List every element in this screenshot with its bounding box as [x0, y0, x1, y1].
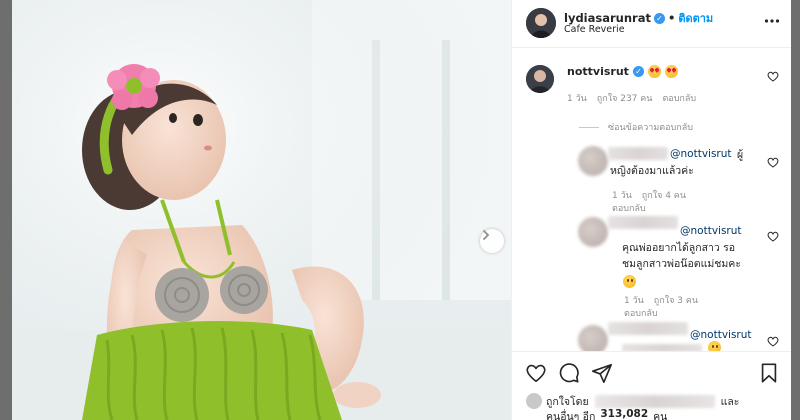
- reply-like-icon[interactable]: [767, 157, 779, 168]
- reply-avatar-blurred[interactable]: [578, 146, 608, 176]
- owner-username[interactable]: lydiasarunrat: [564, 11, 651, 25]
- heart-eyes-emoji: [647, 65, 661, 78]
- comment-reply-button[interactable]: ตอบกลับ: [662, 91, 696, 105]
- baby-photo-illustration: [12, 0, 511, 420]
- post-modal: lydiasarunrat ✓ • ติดตาม Cafe Reverie no…: [12, 0, 791, 420]
- reply-username-blurred[interactable]: [608, 147, 668, 160]
- grinning-emoji: [623, 275, 636, 288]
- comments-list[interactable]: nottvisrut ✓ 1 วัน ถูกใจ 237 คน ตอบกลับ …: [512, 49, 791, 351]
- reply-avatar-blurred[interactable]: [578, 217, 608, 247]
- separator-dot: •: [667, 11, 676, 25]
- reply-time[interactable]: 1 วัน: [624, 295, 644, 308]
- reply-text-line2: ชมลูกสาวพ่อน๊อตแม่ชมคะ: [622, 258, 741, 270]
- reply-likes[interactable]: ถูกใจ 4 คน: [642, 190, 686, 203]
- reply-meta: 1 วัน ถูกใจ 3 คน ตอบกลับ: [624, 295, 698, 321]
- liker-username-blurred[interactable]: [594, 395, 715, 408]
- commenter-avatar-image: [526, 65, 554, 93]
- comment-like-icon[interactable]: [767, 71, 779, 82]
- post-location[interactable]: Cafe Reverie: [564, 24, 625, 35]
- post-photo[interactable]: [12, 0, 511, 420]
- owner-avatar-image: [526, 8, 556, 38]
- reply-reply-button[interactable]: ตอบกลับ: [624, 308, 658, 321]
- bookmark-icon[interactable]: [758, 362, 780, 384]
- verified-badge-icon: ✓: [632, 66, 644, 77]
- heart-icon[interactable]: [525, 362, 547, 384]
- post-action-bar: ถูกใจโดย และ คนอื่นๆ อีก 313,082 คน: [512, 351, 791, 420]
- follow-button[interactable]: ติดตาม: [678, 9, 713, 27]
- grinning-emoji: [708, 341, 721, 351]
- more-options-icon[interactable]: [764, 14, 780, 28]
- comment-username[interactable]: nottvisrut: [567, 65, 629, 78]
- reply-likes[interactable]: ถูกใจ 3 คน: [654, 295, 698, 308]
- reply-mention[interactable]: @nottvisrut: [680, 225, 742, 237]
- reply-mention[interactable]: @nottvisrut: [670, 148, 732, 160]
- commenter-avatar[interactable]: [526, 65, 554, 93]
- reply-text-blurred: [622, 344, 702, 351]
- liked-by-others-row[interactable]: คนอื่นๆ อีก 313,082 คน: [546, 408, 667, 420]
- page-scroll-edge: [791, 0, 800, 420]
- heart-eyes-emoji: [664, 65, 678, 78]
- comment-header: nottvisrut ✓: [567, 65, 678, 78]
- comment-icon[interactable]: [558, 362, 580, 384]
- divider-line: [579, 126, 599, 128]
- reply-like-icon[interactable]: [767, 231, 779, 242]
- reply-text-line1: ผู้: [737, 149, 744, 161]
- hide-replies-toggle[interactable]: ซ่อนข้อความตอบกลับ: [579, 120, 693, 134]
- reply-reply-button[interactable]: ตอบกลับ: [612, 203, 646, 216]
- comment-likes[interactable]: ถูกใจ 237 คน: [597, 91, 653, 105]
- reply-username-blurred[interactable]: [608, 216, 678, 229]
- liker-avatar[interactable]: [526, 393, 542, 409]
- reply-text-line2: หญิงต้องมาแล้วค่ะ: [610, 165, 694, 177]
- likes-count: 313,082: [600, 408, 649, 420]
- post-side-panel: lydiasarunrat ✓ • ติดตาม Cafe Reverie no…: [511, 0, 791, 420]
- others-prefix: คนอื่นๆ อีก: [546, 411, 596, 420]
- post-header: lydiasarunrat ✓ • ติดตาม Cafe Reverie: [512, 0, 791, 48]
- crochet-flower: [107, 64, 160, 110]
- reply-text-line1: คุณพ่ออยากได้ลูกสาว รอ: [622, 242, 736, 254]
- paper-plane-icon[interactable]: [591, 362, 613, 384]
- likes-suffix: คน: [653, 411, 668, 420]
- comment-time[interactable]: 1 วัน: [567, 91, 587, 105]
- owner-avatar[interactable]: [526, 8, 556, 38]
- reply-avatar-blurred[interactable]: [578, 325, 608, 351]
- reply-time[interactable]: 1 วัน: [612, 190, 632, 203]
- reply-mention[interactable]: @nottvisrut: [690, 329, 752, 341]
- chevron-right-icon: [483, 230, 490, 240]
- reply-username-blurred[interactable]: [608, 322, 688, 335]
- liked-by-and: และ: [720, 396, 740, 408]
- hide-replies-label: ซ่อนข้อความตอบกลับ: [608, 123, 693, 133]
- comment-meta: 1 วัน ถูกใจ 237 คน ตอบกลับ: [567, 91, 696, 105]
- verified-badge-icon: ✓: [653, 12, 665, 24]
- next-photo-button[interactable]: [480, 229, 504, 253]
- reply-like-icon[interactable]: [767, 336, 779, 347]
- reply-meta: 1 วัน ถูกใจ 4 คน ตอบกลับ: [612, 190, 686, 216]
